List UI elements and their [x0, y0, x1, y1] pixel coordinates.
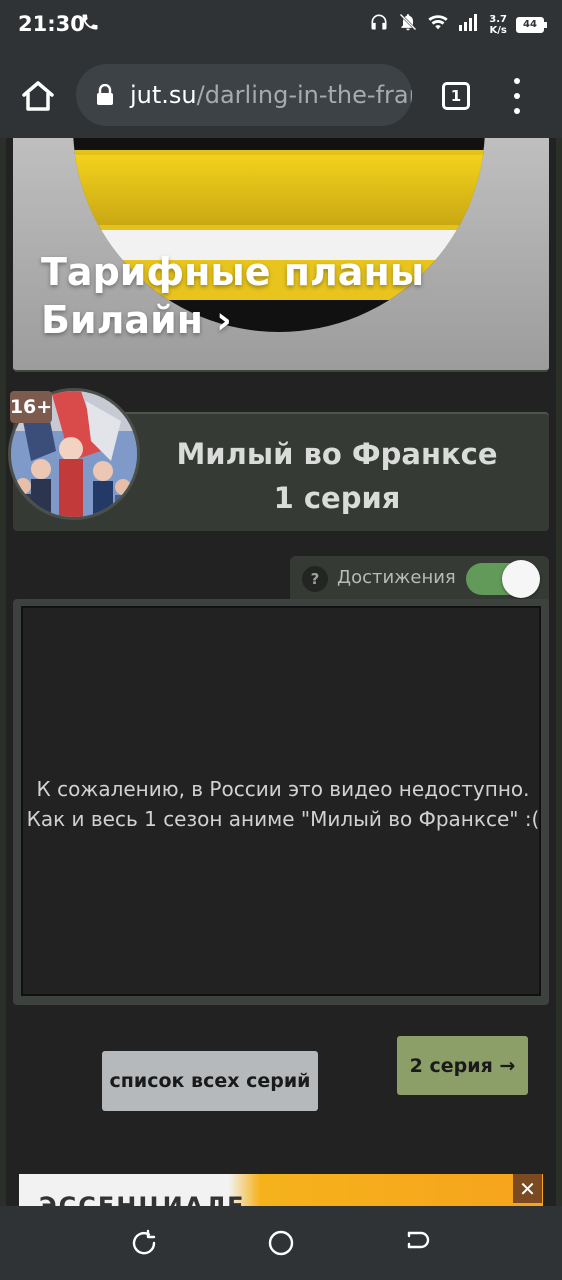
achievements-label: Достижения — [337, 567, 456, 588]
signal-icon — [458, 12, 480, 37]
page-border-right — [556, 138, 562, 1206]
url-path: /darling-in-the-fran — [196, 81, 412, 109]
ad-title-line2: Билайн › — [41, 298, 232, 342]
status-icons: 3.7 K/s 44 — [369, 12, 547, 37]
home-button[interactable] — [18, 76, 58, 116]
net-speed-value: 3.7 — [489, 13, 507, 25]
achievements-panel: ? Достижения — [290, 556, 549, 602]
back-nav-button[interactable] — [403, 1228, 433, 1258]
headphones-icon — [369, 12, 389, 37]
home-nav-button[interactable] — [266, 1228, 296, 1258]
close-icon[interactable]: ✕ — [513, 1174, 542, 1203]
screen: 21:30 3.7 K/s 44 jut.su/darling-in-the-f… — [0, 0, 562, 1280]
video-player: К сожалению, в России это видео недоступ… — [13, 599, 549, 1005]
url-host: jut.su — [130, 81, 197, 109]
ad-banner[interactable]: Тарифные планы Билайн › — [13, 138, 549, 372]
url-text: jut.su/darling-in-the-fran — [130, 81, 412, 109]
tab-count: 1 — [450, 87, 462, 105]
age-rating-badge: 16+ — [10, 391, 52, 423]
page-border-left — [0, 138, 6, 1206]
video-player-screen: К сожалению, в России это видео недоступ… — [21, 606, 541, 996]
browser-toolbar: jut.su/darling-in-the-fran 1 — [0, 52, 562, 138]
battery-icon: 44 — [516, 16, 547, 33]
lock-icon — [96, 83, 114, 106]
address-bar[interactable]: jut.su/darling-in-the-fran — [76, 64, 412, 126]
episode-title: Милый во Франксе 1 серия — [176, 437, 498, 515]
status-bar: 21:30 3.7 K/s 44 — [0, 0, 562, 52]
net-speed-unit: K/s — [489, 24, 507, 36]
ad-title-line1: Тарифные планы — [41, 250, 425, 294]
unavailable-message: К сожалению, в России это видео недоступ… — [23, 774, 543, 834]
bottom-ad-banner[interactable]: ЭССЕНЦИАЛЕ — [19, 1174, 543, 1206]
status-time: 21:30 — [18, 12, 85, 36]
tab-switcher-button[interactable]: 1 — [442, 82, 470, 110]
help-icon[interactable]: ? — [302, 566, 328, 592]
ad-title: Тарифные планы Билайн › — [41, 248, 521, 344]
muted-bell-icon — [398, 12, 418, 37]
achievements-toggle[interactable] — [466, 560, 540, 598]
system-navigation-bar — [0, 1206, 562, 1280]
all-episodes-button[interactable]: список всех серий — [102, 1051, 318, 1111]
toggle-knob — [502, 560, 540, 598]
battery-level: 44 — [523, 19, 537, 30]
page-content: Тарифные планы Билайн › Милый во Франксе… — [0, 138, 562, 1206]
phone-icon — [80, 12, 100, 37]
unavailable-line2: Как и весь 1 сезон аниме "Милый во Франк… — [26, 807, 540, 831]
bottom-ad-text: ЭССЕНЦИАЛЕ — [39, 1192, 246, 1206]
net-speed: 3.7 K/s — [489, 14, 507, 36]
wifi-icon — [427, 12, 449, 37]
unavailable-line1: К сожалению, в России это видео недоступ… — [36, 777, 530, 801]
next-episode-button[interactable]: 2 серия → — [397, 1036, 528, 1095]
overflow-menu-icon[interactable] — [505, 78, 529, 114]
recent-apps-button[interactable] — [129, 1228, 159, 1258]
